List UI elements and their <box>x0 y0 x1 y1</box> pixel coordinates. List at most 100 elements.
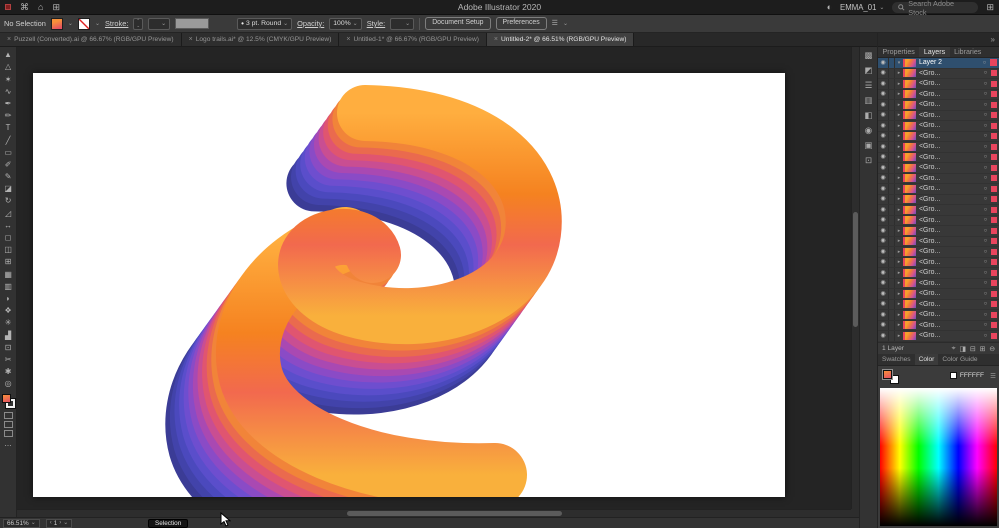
horizontal-scrollbar-thumb[interactable] <box>347 511 562 516</box>
visibility-toggle-icon[interactable]: ◉ <box>878 69 889 79</box>
style-select[interactable]: ⌄ <box>390 18 414 30</box>
width-profile-select[interactable] <box>175 18 209 29</box>
visibility-toggle-icon[interactable]: ◉ <box>878 300 889 310</box>
target-circle-icon[interactable]: ○ <box>981 91 990 97</box>
artwork-3d-swirl[interactable] <box>33 73 785 497</box>
pencil-tool[interactable]: ✎ <box>0 171 16 183</box>
next-artboard-icon[interactable]: › <box>59 520 61 526</box>
rectangle-tool[interactable]: ▭ <box>0 147 16 159</box>
width-tool[interactable]: ↔ <box>0 220 16 232</box>
target-circle-icon[interactable]: ○ <box>981 270 990 276</box>
line-segment-tool[interactable]: ╱ <box>0 134 16 146</box>
visibility-toggle-icon[interactable]: ◉ <box>878 247 889 257</box>
tab-properties[interactable]: Properties <box>878 47 919 57</box>
expand-icon[interactable]: ▸ <box>895 154 903 160</box>
tab-libraries[interactable]: Libraries <box>950 47 986 57</box>
vertical-scrollbar-thumb[interactable] <box>853 212 858 327</box>
new-layer-icon[interactable]: ⊞ <box>980 345 986 353</box>
target-circle-icon[interactable]: ○ <box>981 196 990 202</box>
stepper-down-icon[interactable]: ⌄ <box>136 24 140 29</box>
column-graph-tool[interactable]: ▟ <box>0 329 16 341</box>
lasso-tool[interactable]: ∿ <box>0 86 16 98</box>
target-circle-icon[interactable]: ○ <box>981 228 990 234</box>
fill-color-indicator[interactable] <box>883 370 892 379</box>
target-circle-icon[interactable]: ○ <box>981 81 990 87</box>
collapse-panels-icon[interactable]: » <box>991 35 995 44</box>
artboards-panel-icon[interactable]: ⊡ <box>865 156 872 165</box>
eraser-tool[interactable]: ◪ <box>0 183 16 195</box>
zoom-tool[interactable]: ◎ <box>0 378 16 390</box>
color-panel-fill-stroke[interactable] <box>883 370 899 384</box>
fill-chevron-icon[interactable]: ⌄ <box>68 21 73 27</box>
toolbar-fill-stroke[interactable] <box>2 394 15 408</box>
target-circle-icon[interactable]: ○ <box>981 144 990 150</box>
panel-menu-icon[interactable]: ☰ <box>990 372 996 380</box>
tab-color[interactable]: Color <box>915 354 939 365</box>
style-label[interactable]: Style: <box>367 19 385 28</box>
stroke-weight-label[interactable]: Stroke: <box>105 19 128 28</box>
blend-tool[interactable]: ❖ <box>0 305 16 317</box>
group-row[interactable]: ◉▸<Gro...○ <box>878 310 999 321</box>
visibility-toggle-icon[interactable]: ◉ <box>878 321 889 331</box>
group-row[interactable]: ◉▸<Gro...○ <box>878 121 999 132</box>
expand-icon[interactable]: ▸ <box>895 217 903 223</box>
close-tab-icon[interactable]: × <box>7 36 11 43</box>
stroke-weight-select[interactable]: ⌄ <box>148 18 170 30</box>
discover-icon[interactable]: ◐ <box>827 3 832 12</box>
expand-icon[interactable]: ▸ <box>895 301 903 307</box>
appearance-panel-icon[interactable]: ◉ <box>865 126 872 135</box>
visibility-toggle-icon[interactable]: ◉ <box>878 279 889 289</box>
visibility-toggle-icon[interactable]: ◉ <box>878 226 889 236</box>
stroke-color-swatch[interactable] <box>78 18 90 30</box>
color-panel-icon[interactable]: ▩ <box>864 51 872 60</box>
direct-selection-tool[interactable]: △ <box>0 61 16 73</box>
color-spectrum[interactable] <box>880 388 997 526</box>
target-circle-icon[interactable]: ○ <box>981 165 990 171</box>
swatches-panel-icon[interactable]: ◩ <box>864 66 872 75</box>
target-circle-icon[interactable]: ○ <box>981 186 990 192</box>
locate-object-icon[interactable]: ⌖ <box>952 345 956 353</box>
document-tab-2[interactable]: ×Untitled-1* @ 66.67% (RGB/GPU Preview) <box>339 33 487 46</box>
expand-icon[interactable]: ▸ <box>895 186 903 192</box>
opacity-label[interactable]: Opacity: <box>297 19 324 28</box>
panel-options-icon[interactable]: ☰ <box>552 20 558 27</box>
target-circle-icon[interactable]: ○ <box>981 280 990 286</box>
make-clip-mask-icon[interactable]: ◨ <box>959 345 965 353</box>
close-tab-icon[interactable]: × <box>494 36 498 43</box>
group-row[interactable]: ◉▸<Gro...○ <box>878 153 999 164</box>
stroke-weight-stepper[interactable]: ⌃ ⌄ <box>133 18 143 30</box>
group-row[interactable]: ◉▸<Gro...○ <box>878 79 999 90</box>
group-row[interactable]: ◉▸<Gro...○ <box>878 237 999 248</box>
group-row[interactable]: ◉▸<Gro...○ <box>878 100 999 111</box>
draw-behind-mode-icon[interactable] <box>4 421 13 428</box>
target-circle-icon[interactable]: ○ <box>981 175 990 181</box>
preferences-button[interactable]: Preferences <box>496 17 547 30</box>
group-row[interactable]: ◉▸<Gro...○ <box>878 289 999 300</box>
target-circle-icon[interactable]: ○ <box>981 249 990 255</box>
opacity-select[interactable]: 100% ⌄ <box>329 18 361 30</box>
zoom-select[interactable]: 66.51% ⌄ <box>3 519 40 528</box>
document-setup-button[interactable]: Document Setup <box>425 17 490 30</box>
edit-toolbar-icon[interactable]: ⋯ <box>5 442 12 450</box>
horizontal-scrollbar[interactable] <box>17 509 851 517</box>
visibility-toggle-icon[interactable]: ◉ <box>878 121 889 131</box>
group-row[interactable]: ◉▸<Gro...○ <box>878 132 999 143</box>
visibility-toggle-icon[interactable]: ◉ <box>878 100 889 110</box>
fill-color-indicator[interactable] <box>2 394 11 403</box>
expand-icon[interactable]: ▸ <box>895 123 903 129</box>
group-row[interactable]: ◉▸<Gro...○ <box>878 258 999 269</box>
expand-icon[interactable]: ▾ <box>895 60 903 66</box>
visibility-toggle-icon[interactable]: ◉ <box>878 163 889 173</box>
visibility-toggle-icon[interactable]: ◉ <box>878 79 889 89</box>
delete-layer-icon[interactable]: ⊖ <box>989 345 995 353</box>
expand-icon[interactable]: ▸ <box>895 144 903 150</box>
target-circle-icon[interactable]: ○ <box>981 217 990 223</box>
target-circle-icon[interactable]: ○ <box>981 102 990 108</box>
draw-normal-mode-icon[interactable] <box>4 412 13 419</box>
visibility-toggle-icon[interactable]: ◉ <box>878 142 889 152</box>
magic-wand-tool[interactable]: ✶ <box>0 73 16 85</box>
group-row[interactable]: ◉▸<Gro...○ <box>878 321 999 332</box>
group-row[interactable]: ◉▸<Gro...○ <box>878 268 999 279</box>
artboard-nav[interactable]: ‹ 1 › ⌄ <box>46 519 73 528</box>
target-circle-icon[interactable]: ○ <box>981 112 990 118</box>
